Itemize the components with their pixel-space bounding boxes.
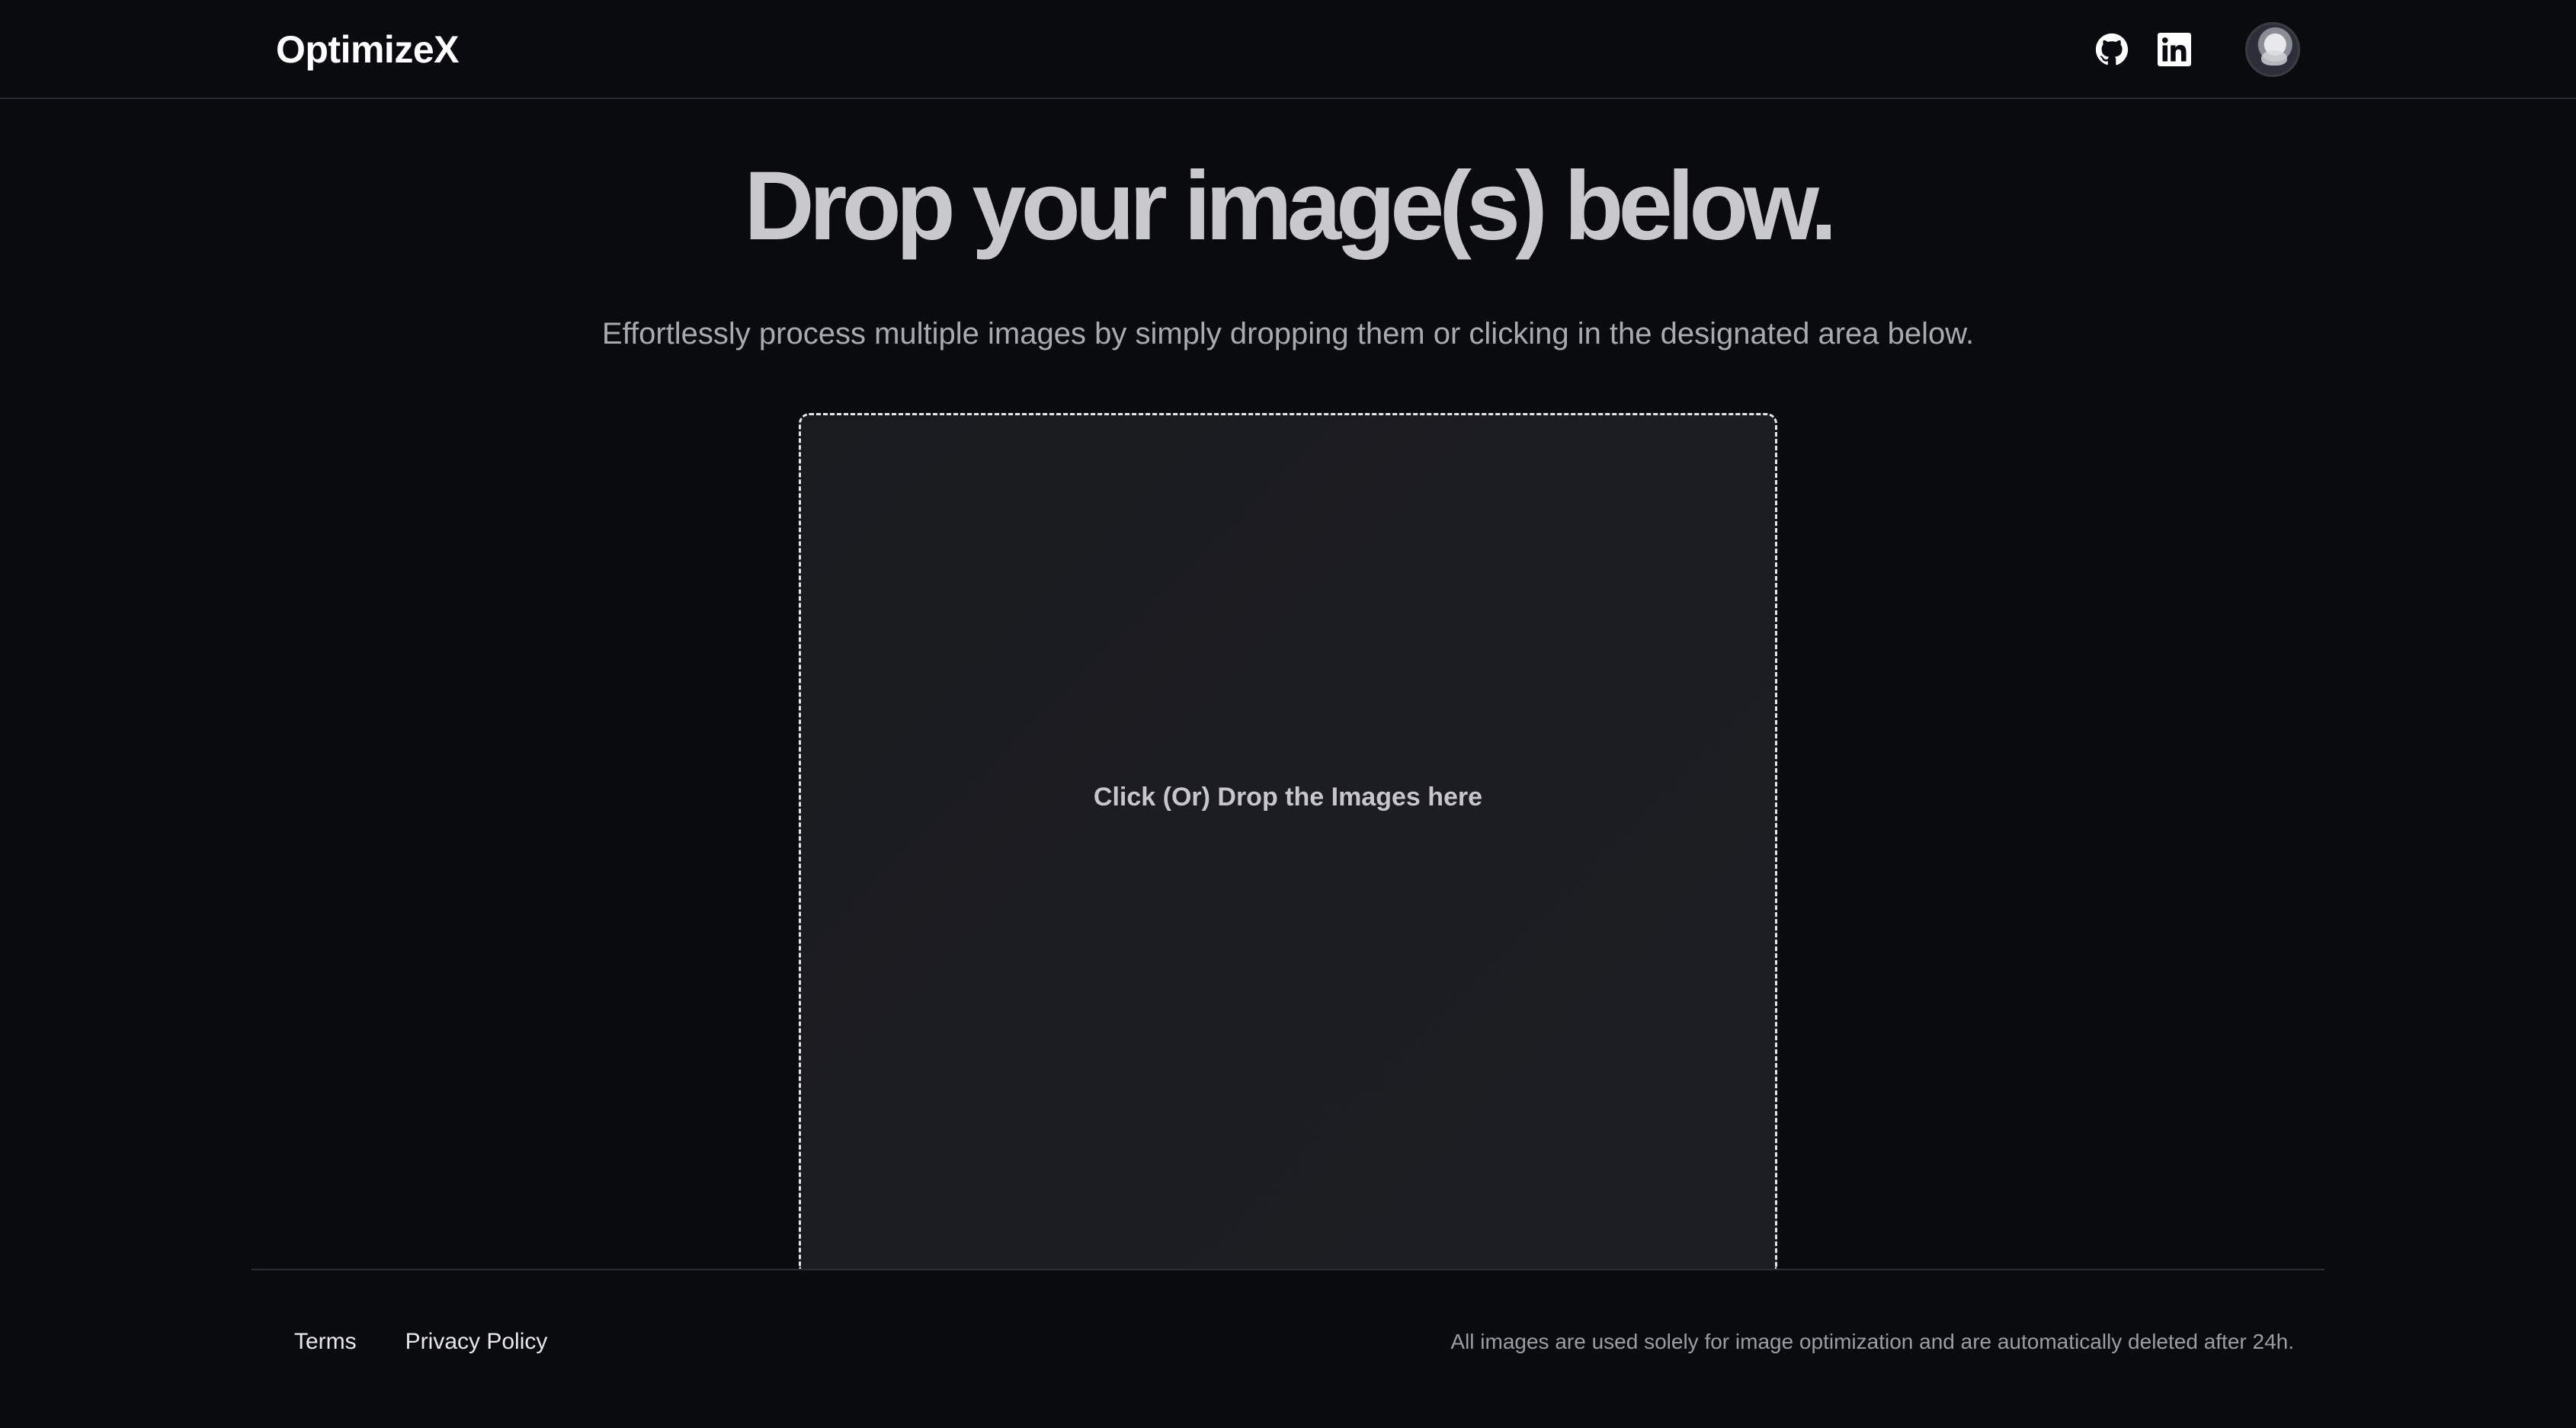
- image-dropzone[interactable]: Click (Or) Drop the Images here: [799, 413, 1777, 1270]
- footer-links: Terms Privacy Policy: [294, 1327, 547, 1357]
- page-title: Drop your image(s) below.: [744, 152, 1837, 261]
- linkedin-icon-graphic: [2158, 33, 2191, 66]
- brand-logo[interactable]: OptimizeX: [276, 26, 459, 73]
- page-subtitle: Effortlessly process multiple images by …: [601, 317, 1975, 351]
- github-icon-graphic: [2095, 33, 2129, 66]
- privacy-policy-link[interactable]: Privacy Policy: [405, 1327, 548, 1357]
- github-icon[interactable]: [2094, 32, 2129, 67]
- footer-disclaimer: All images are used solely for image opt…: [1450, 1330, 2294, 1353]
- dropzone-label: Click (Or) Drop the Images here: [1093, 783, 1483, 812]
- nav-icons: [2094, 21, 2300, 78]
- top-navbar: OptimizeX: [0, 0, 2576, 99]
- user-avatar[interactable]: [2245, 22, 2300, 77]
- linkedin-icon[interactable]: [2157, 32, 2192, 67]
- terms-link[interactable]: Terms: [294, 1327, 357, 1357]
- footer: Terms Privacy Policy All images are used…: [252, 1269, 2324, 1428]
